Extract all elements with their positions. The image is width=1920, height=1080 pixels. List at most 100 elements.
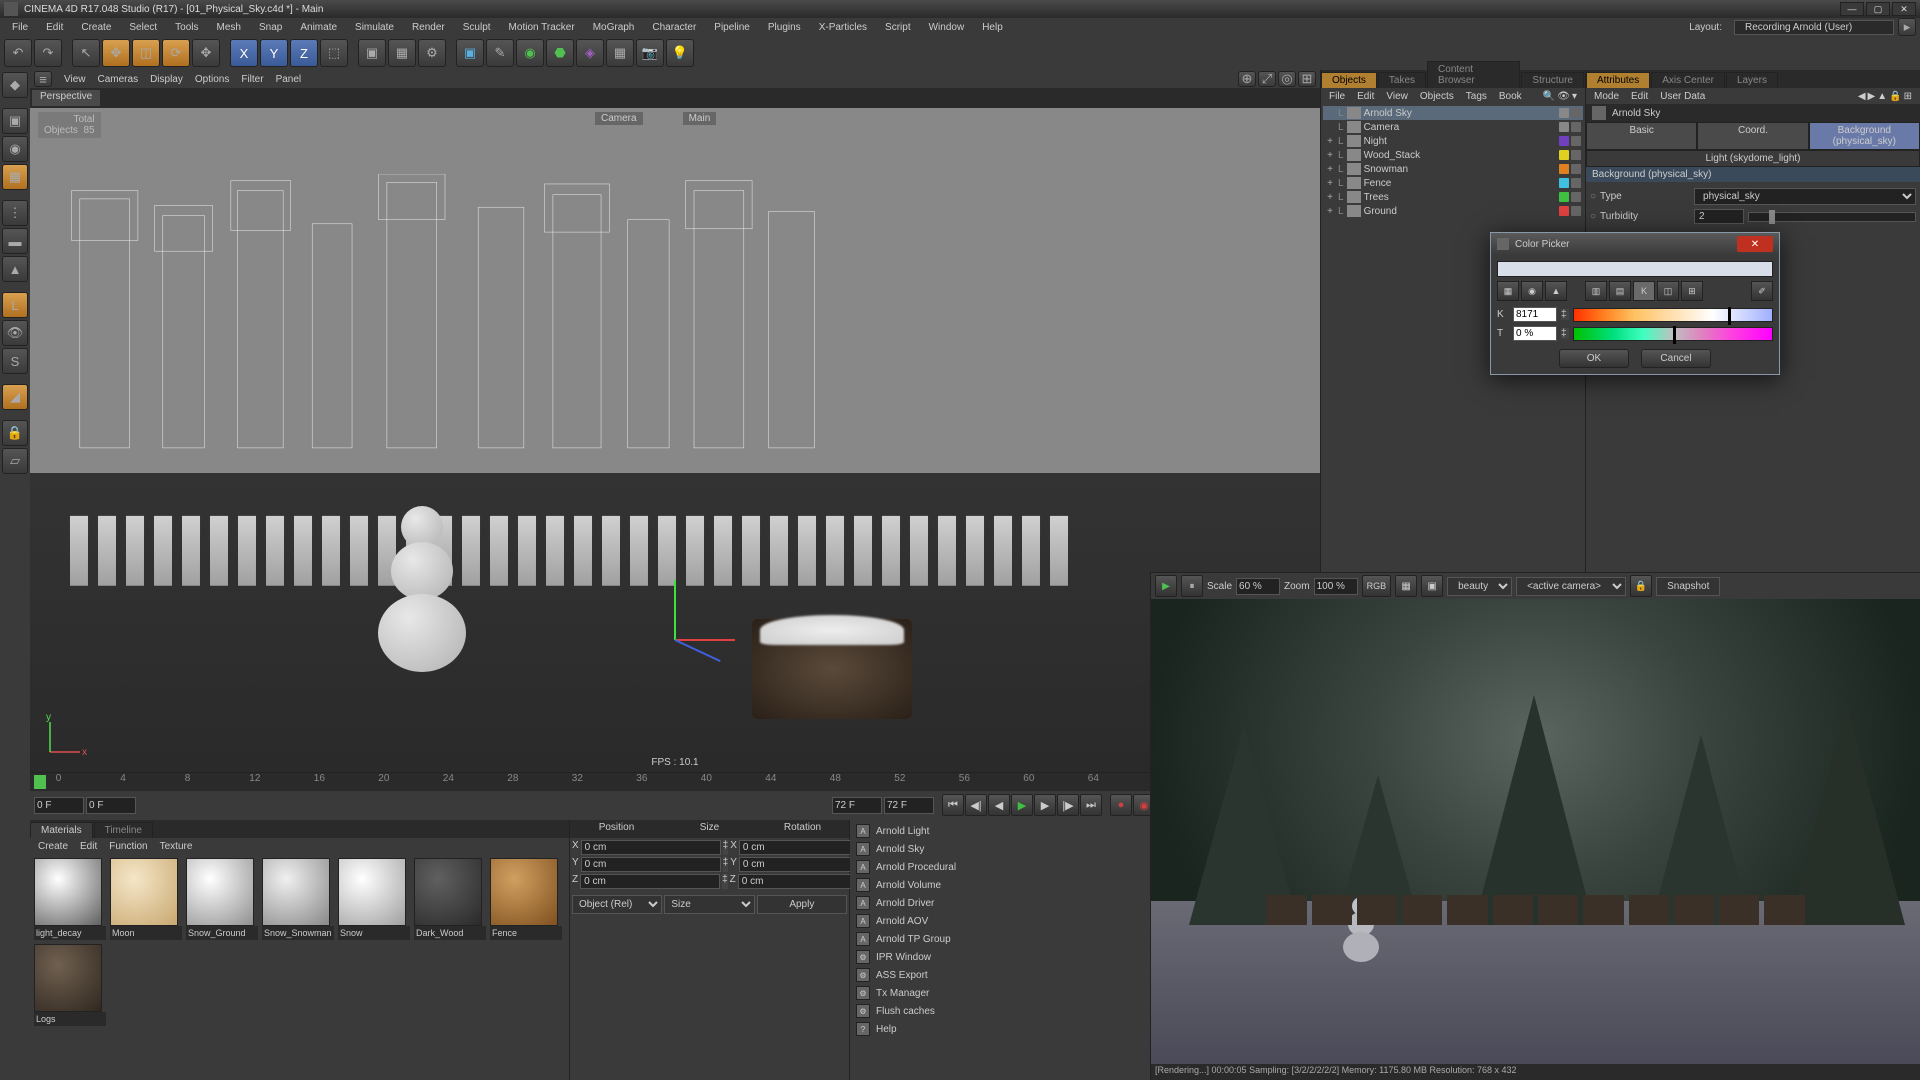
expand-icon[interactable]: + — [1325, 206, 1335, 217]
mat-menu[interactable]: Create — [38, 841, 68, 852]
ipr-render-view[interactable] — [1151, 599, 1920, 1064]
picker-mode-spectrum-icon[interactable]: ▦ — [1497, 281, 1519, 301]
goto-end-icon[interactable]: ⏭ — [1080, 794, 1102, 816]
minimize-button[interactable]: — — [1840, 2, 1864, 16]
mat-menu[interactable]: Function — [109, 841, 147, 852]
menu-item[interactable]: Mesh — [209, 20, 249, 35]
mat-menu[interactable]: Edit — [80, 841, 97, 852]
coord-pos-field[interactable] — [580, 874, 720, 889]
edges-mode-icon[interactable]: ▬ — [2, 228, 28, 254]
move-tool-icon[interactable]: ✥ — [102, 39, 130, 67]
menu-item[interactable]: Animate — [292, 20, 345, 35]
axis-mode-icon[interactable]: L — [2, 292, 28, 318]
obj-eye-icon[interactable]: 👁 — [1557, 91, 1570, 102]
attr-turbidity-field[interactable] — [1694, 209, 1744, 224]
ipr-pause-icon[interactable]: ⏸ — [1181, 575, 1203, 597]
locked-workplane-icon[interactable]: 🔒 — [2, 420, 28, 446]
close-button[interactable]: ✕ — [1892, 2, 1916, 16]
menu-item[interactable]: MoGraph — [585, 20, 643, 35]
layer-color-icon[interactable] — [1559, 192, 1569, 202]
object-tree-row[interactable]: + L Ground — [1323, 204, 1583, 218]
coord-pos-field[interactable] — [581, 857, 721, 872]
layer-color-icon[interactable] — [1559, 178, 1569, 188]
picker-mode-kelvin-icon[interactable]: K — [1633, 281, 1655, 301]
picker-mode-hsv-icon[interactable]: ▤ — [1609, 281, 1631, 301]
coord-size-select[interactable]: Size — [664, 895, 754, 914]
layer-color-icon[interactable] — [1559, 164, 1569, 174]
visibility-dot-icon[interactable] — [1571, 122, 1581, 132]
kelvin-gradient[interactable] — [1573, 308, 1773, 322]
coord-system-icon[interactable]: ⬚ — [320, 39, 348, 67]
vp-menu[interactable]: Options — [195, 74, 229, 85]
material-item[interactable]: Snow — [338, 858, 410, 940]
vp-nav-icon[interactable]: ⤢ — [1258, 71, 1276, 87]
expand-icon[interactable]: + — [1325, 150, 1335, 161]
attr-menu[interactable]: Mode — [1594, 91, 1619, 102]
expand-icon[interactable]: + — [1325, 164, 1335, 175]
menu-item[interactable]: Render — [404, 20, 453, 35]
record-key-icon[interactable]: ● — [1110, 794, 1132, 816]
menu-item[interactable]: Sculpt — [455, 20, 499, 35]
obj-menu[interactable]: Book — [1499, 91, 1522, 102]
cancel-button[interactable]: Cancel — [1641, 349, 1711, 368]
layer-color-icon[interactable] — [1559, 108, 1569, 118]
layer-color-icon[interactable] — [1559, 122, 1569, 132]
menu-item[interactable]: Simulate — [347, 20, 402, 35]
obj-menu[interactable]: View — [1386, 91, 1408, 102]
object-tree-row[interactable]: + L Snowman — [1323, 162, 1583, 176]
picker-mode-rgb-icon[interactable]: ▥ — [1585, 281, 1607, 301]
layer-color-icon[interactable] — [1559, 150, 1569, 160]
menu-item[interactable]: Script — [877, 20, 919, 35]
color-swatch[interactable] — [1497, 261, 1773, 277]
x-axis-icon[interactable]: X — [230, 39, 258, 67]
menu-item[interactable]: X-Particles — [811, 20, 875, 35]
deformer-icon[interactable]: ◈ — [576, 39, 604, 67]
attr-nav-icon[interactable]: ▶ — [1868, 91, 1876, 102]
redo-icon[interactable]: ↷ — [34, 39, 62, 67]
picker-mode-image-icon[interactable]: ▲ — [1545, 281, 1567, 301]
goto-start-icon[interactable]: ⏮ — [942, 794, 964, 816]
obj-menu[interactable]: Edit — [1357, 91, 1374, 102]
attr-nav-icon[interactable]: ▲ — [1877, 91, 1887, 102]
maximize-button[interactable]: ▢ — [1866, 2, 1890, 16]
object-tree-row[interactable]: + L Trees — [1323, 190, 1583, 204]
tab-takes[interactable]: Takes — [1378, 72, 1426, 88]
light-icon[interactable]: 💡 — [666, 39, 694, 67]
recent-tool-icon[interactable]: ✥ — [192, 39, 220, 67]
z-axis-icon[interactable]: Z — [290, 39, 318, 67]
visibility-dot-icon[interactable] — [1571, 192, 1581, 202]
vp-nav-icon[interactable]: ◎ — [1278, 71, 1296, 87]
tab-layers[interactable]: Layers — [1726, 72, 1778, 88]
vp-menu[interactable]: Panel — [276, 74, 302, 85]
object-tree-row[interactable]: + L Fence — [1323, 176, 1583, 190]
menu-item[interactable]: Select — [121, 20, 165, 35]
y-axis-icon[interactable]: Y — [260, 39, 288, 67]
attr-turbidity-slider[interactable] — [1748, 212, 1916, 222]
attr-group-light[interactable]: Light (skydome_light) — [1586, 150, 1920, 167]
menu-item[interactable]: Plugins — [760, 20, 809, 35]
menu-item[interactable]: Tools — [167, 20, 206, 35]
scale-tool-icon[interactable]: ◫ — [132, 39, 160, 67]
expand-icon[interactable]: + — [1325, 178, 1335, 189]
material-item[interactable]: light_decay — [34, 858, 106, 940]
menu-item[interactable]: Motion Tracker — [501, 20, 583, 35]
ok-button[interactable]: OK — [1559, 349, 1629, 368]
rotate-tool-icon[interactable]: ⟳ — [162, 39, 190, 67]
vp-nav-icon[interactable]: ⊞ — [1298, 71, 1316, 87]
vp-menu[interactable]: Cameras — [98, 74, 139, 85]
tab-objects[interactable]: Objects — [1321, 72, 1377, 88]
obj-menu[interactable]: Tags — [1466, 91, 1487, 102]
visibility-dot-icon[interactable] — [1571, 206, 1581, 216]
material-item[interactable]: Snow_Ground — [186, 858, 258, 940]
vp-nav-icon[interactable]: ⊕ — [1238, 71, 1256, 87]
tab-structure[interactable]: Structure — [1521, 72, 1584, 88]
polygons-mode-icon[interactable]: ▲ — [2, 256, 28, 282]
next-frame-icon[interactable]: ▶ — [1034, 794, 1056, 816]
vp-menu[interactable]: Filter — [241, 74, 263, 85]
picker-mode-wheel-icon[interactable]: ◉ — [1521, 281, 1543, 301]
coord-mode-select[interactable]: Object (Rel) — [572, 895, 662, 914]
picker-eyedropper-icon[interactable]: ✐ — [1751, 281, 1773, 301]
spinner-icon[interactable]: ‡ — [1561, 309, 1569, 320]
goto-prevkey-icon[interactable]: ◀| — [965, 794, 987, 816]
visibility-dot-icon[interactable] — [1571, 136, 1581, 146]
